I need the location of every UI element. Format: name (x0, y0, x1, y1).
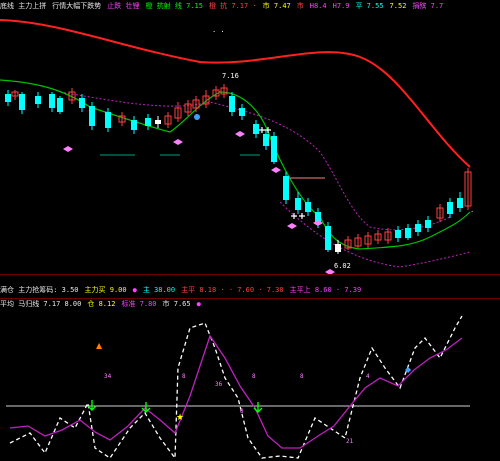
candle-body (295, 198, 301, 210)
panel-divider (0, 274, 500, 275)
candle-body (5, 94, 11, 102)
sub-annotation-label: 8 (182, 373, 186, 380)
indicator-chart[interactable]: ★ ▲ ◆ 34 8 36 8 8 4 21 8 (0, 308, 500, 461)
sub-header2-item: 标准 7.80 (121, 300, 157, 308)
main-header-item: 7.52 (389, 2, 407, 10)
sub-header-item: 主平 8.18 · · 7.60 · 7.30 (181, 286, 284, 294)
candle-body (283, 176, 289, 200)
candle-body (447, 202, 453, 214)
candle-body (263, 134, 269, 146)
sub-annotation-label: 8 (240, 408, 244, 415)
sub-header2-item: 平均 马归线 7.17 8.00 (0, 300, 82, 308)
main-chart-header: 底线 主力上拼 行情大幅下跌势 止跌 壮锂橙 抗射 线 7.15 橙 抗 7.17 ·… (0, 0, 449, 12)
sub-annotation-label: 8 (252, 373, 256, 380)
sub-header2-item: 仓 8.12 (87, 300, 116, 308)
main-header-item: 市 (296, 2, 304, 10)
candle-body (35, 96, 41, 104)
candle-body (253, 124, 259, 134)
buy-signal-marker (173, 139, 183, 145)
diamond-icon: ◆ (405, 365, 412, 374)
sub-annotation-label: 36 (215, 381, 223, 388)
main-header-item: 捐殡 7.7 (412, 2, 444, 10)
main-price-chart[interactable]: · · 7.16 6.02 · (0, 12, 500, 274)
sub-header-item: 满仓 主力抢筹码: 3.50 (0, 286, 79, 294)
sub-header2-item: 市 7.65 (162, 300, 191, 308)
candle-body (105, 112, 111, 128)
candle-body (395, 230, 401, 238)
red-trend-line (0, 19, 471, 168)
candle-body (405, 228, 411, 238)
main-header-item: 市 7.47 (262, 2, 291, 10)
buy-signal-marker (287, 223, 297, 229)
candle-body (79, 98, 85, 108)
candle-body (145, 118, 151, 126)
candle-body (271, 136, 277, 162)
signal-arrow-icon (253, 402, 263, 413)
main-header-item: 止跌 壮锂 (107, 2, 140, 10)
candle-body (325, 226, 331, 250)
high-price-label: 7.16 (222, 72, 239, 80)
main-header-item: H7.9 (332, 2, 350, 10)
sub-annotation-label: 34 (104, 373, 112, 380)
sub-annotation-label: 21 (346, 438, 354, 445)
signal-dot (194, 114, 200, 120)
white-indicator-line (9, 315, 463, 460)
low-price-label: 6.02 (334, 262, 351, 270)
main-header-item: 行情大幅下跌势 (52, 2, 102, 10)
candle-body (305, 202, 311, 212)
buy-signal-marker (235, 131, 245, 137)
warning-icon: ▲ (96, 341, 103, 350)
candle-body (335, 244, 341, 252)
sub-header-item: 主 38.00 (142, 286, 176, 294)
sub-header2-item: ● (196, 300, 201, 308)
main-header-item: 橙 抗 7.17 · (208, 2, 257, 10)
sub-header-item: ● (132, 286, 137, 294)
buy-signal-marker (63, 146, 73, 152)
candle-body (155, 120, 161, 124)
candle-body (425, 220, 431, 228)
plus-marker (299, 213, 305, 219)
magenta-indicator-line (9, 334, 463, 449)
candle-body (457, 198, 463, 208)
candle-body (19, 94, 25, 110)
main-header-item: H8.4 (309, 2, 327, 10)
main-header-item: 橙 抗射 线 7.15 (145, 2, 203, 10)
sub-chart-header: 满仓 主力抢筹码: 3.50 主力买 9.00 ● 主 38.00 主平 8.18 · … (0, 284, 367, 296)
sub-annotation-label: 8 (300, 373, 304, 380)
sub-annotation-label: 4 (366, 373, 370, 380)
marker-label: · (470, 208, 474, 216)
candle-body (415, 224, 421, 232)
candle-body (131, 120, 137, 130)
candle-body (239, 108, 245, 116)
main-header-item: 底线 主力上拼 (0, 2, 47, 10)
star-icon: ★ (176, 413, 184, 423)
sub-header-item: 主平上 8.60 · 7.39 (289, 286, 362, 294)
buy-signal-marker (271, 167, 281, 173)
main-header-item: 平 7.55 (355, 2, 384, 10)
candle-body (57, 98, 63, 112)
plus-marker (259, 127, 265, 133)
candle-body (229, 96, 235, 112)
signal-arrow-icon (87, 400, 97, 411)
magenta-band-upper (59, 91, 451, 231)
sub-header-item: 主力买 9.00 (84, 286, 127, 294)
candle-body (49, 94, 55, 108)
candle-body (89, 106, 95, 126)
dot-marker: · · (212, 28, 225, 36)
